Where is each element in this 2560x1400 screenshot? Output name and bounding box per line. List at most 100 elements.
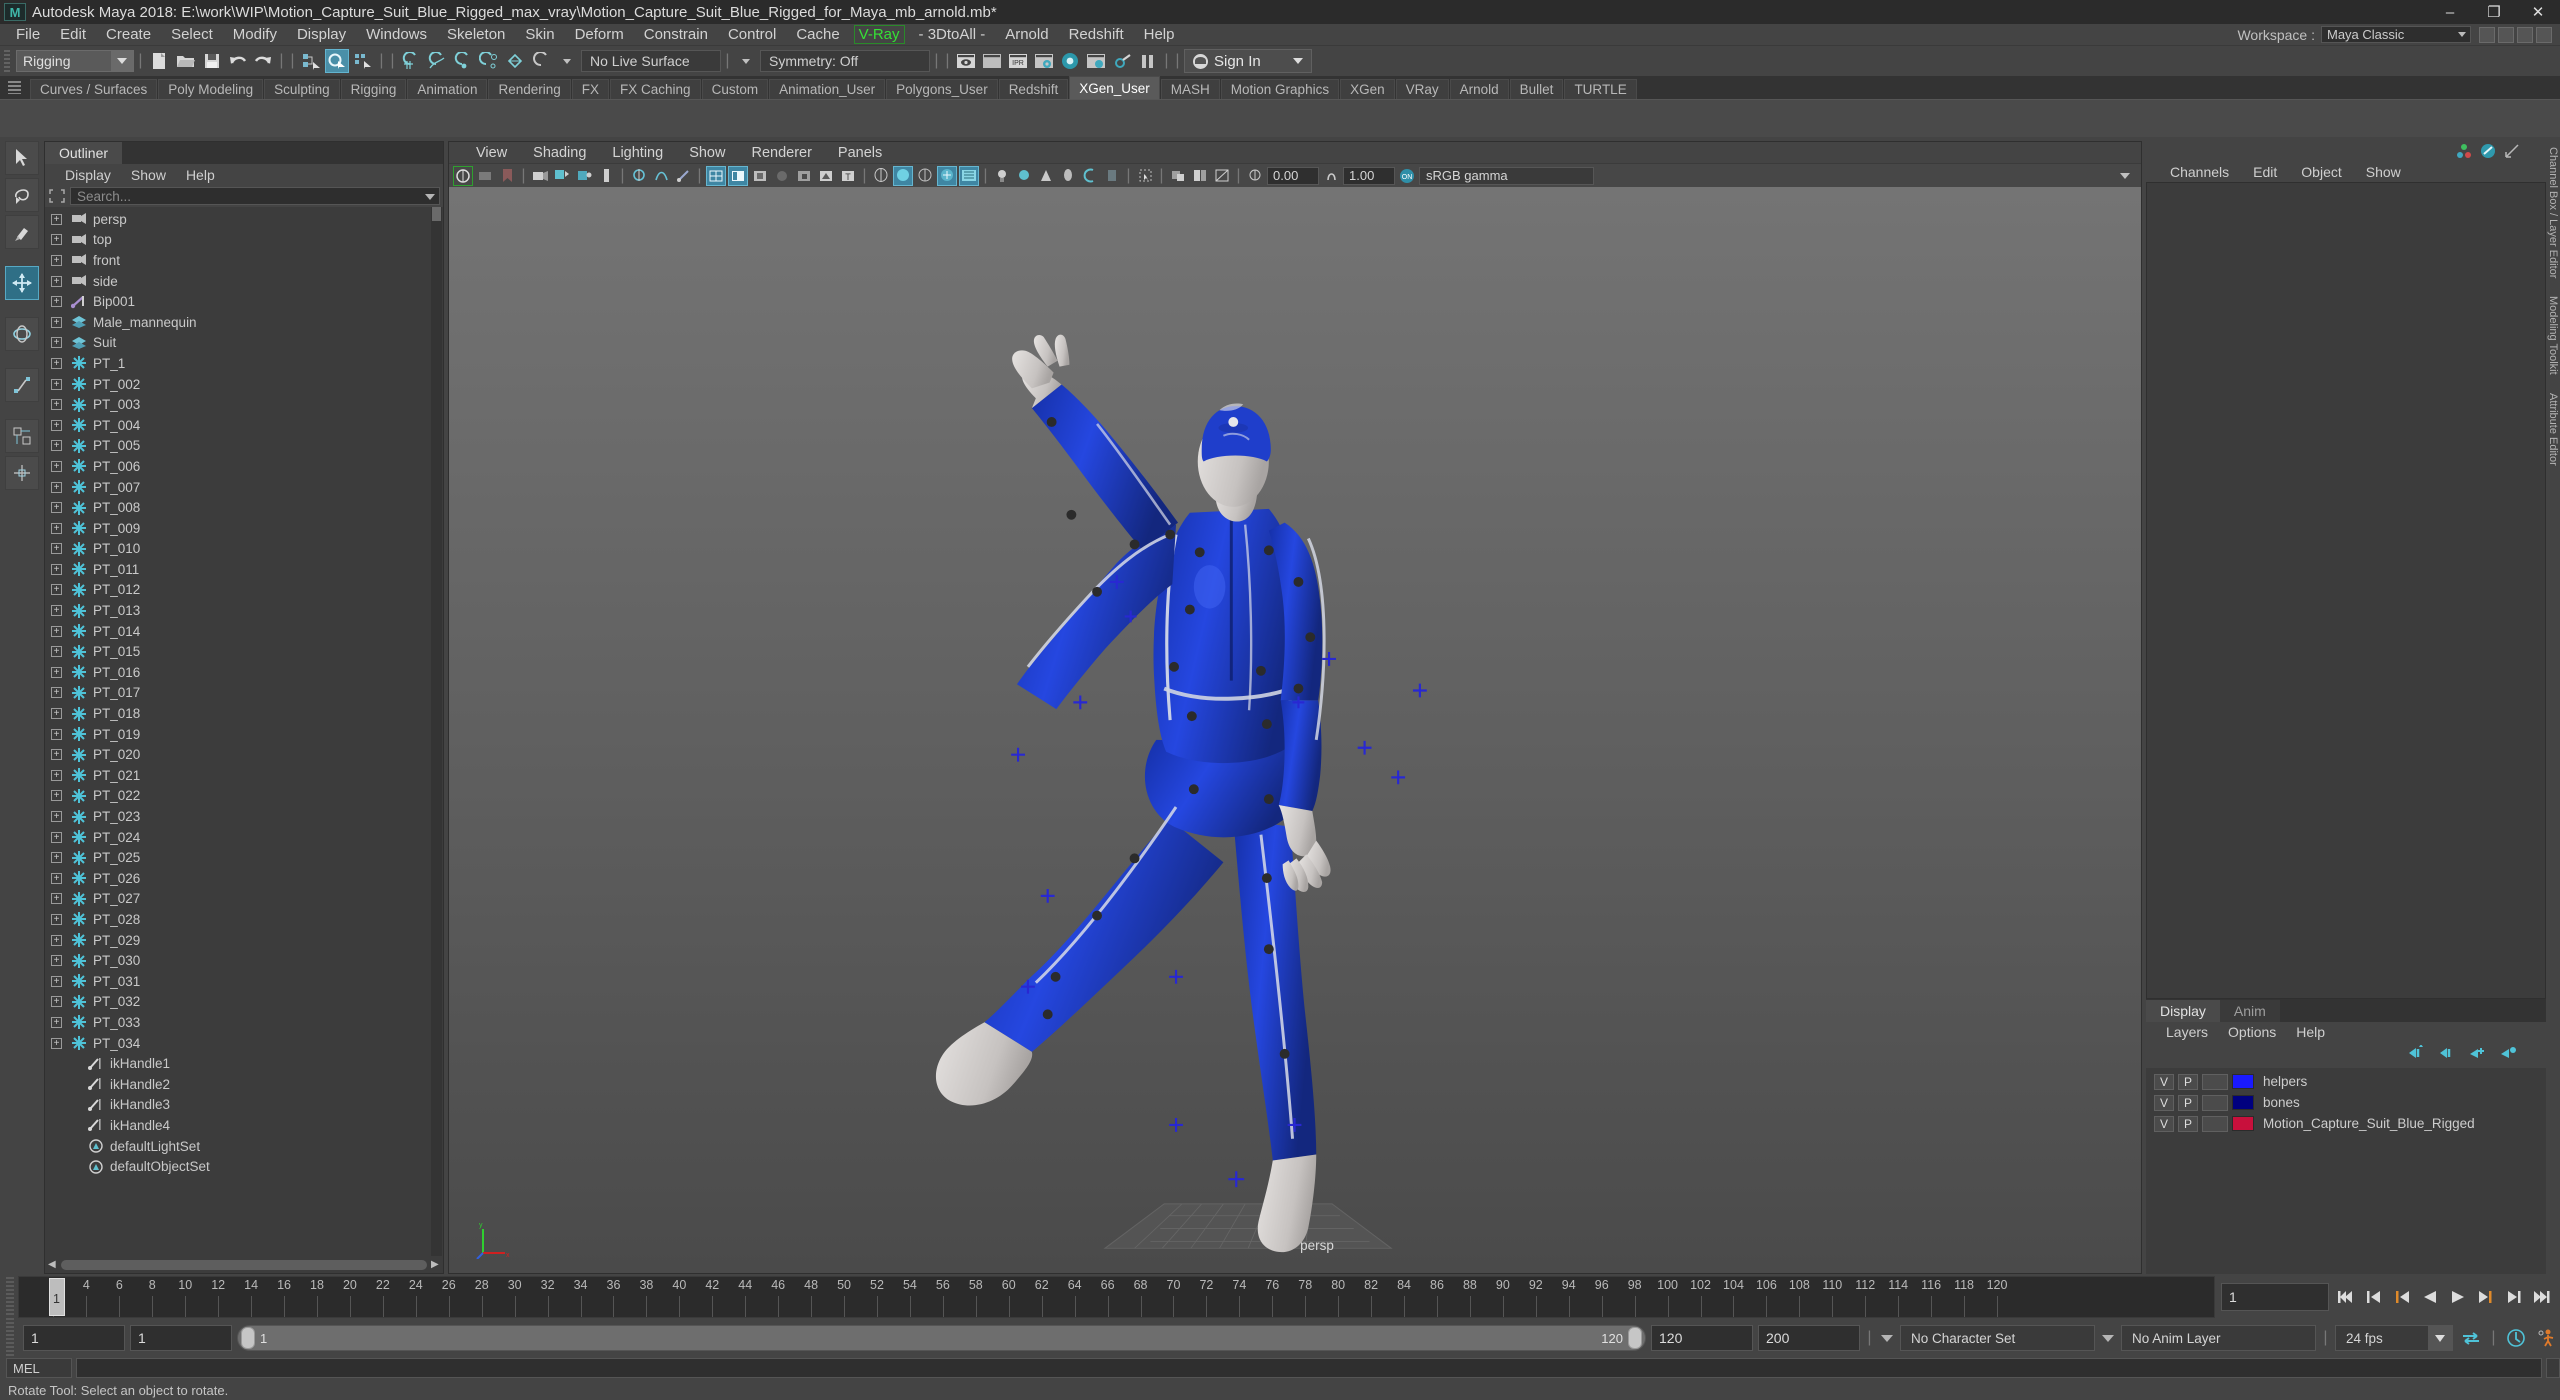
time-slider[interactable]: 2468101214161820222426283032343638404244… [18,1276,2215,1318]
menu-redshift[interactable]: Redshift [1059,24,1134,46]
smooth-shade-all-icon[interactable] [728,165,748,186]
current-frame-field[interactable]: 1 [2221,1283,2329,1311]
label-channel-box-layer-editor[interactable]: Channel Box / Layer Editor [2547,147,2559,278]
expand-icon[interactable]: + [51,790,62,802]
attribute-editor-icon[interactable] [2503,143,2520,160]
expand-icon[interactable]: + [51,234,62,246]
select-by-object-icon[interactable] [325,49,349,73]
menu-windows[interactable]: Windows [356,24,437,46]
modeling-toolkit-icon[interactable] [2479,143,2496,160]
shadows-icon[interactable] [794,166,814,186]
shelf-tab-mash[interactable]: MASH [1160,79,1220,99]
ao-icon[interactable] [816,166,836,186]
outliner-menu-display[interactable]: Display [55,167,121,183]
outliner-item-top[interactable]: + top [45,230,443,251]
minimize-button[interactable]: – [2428,0,2472,24]
workspace-reset-icon[interactable] [2517,26,2533,43]
previous-key-icon[interactable] [2389,1284,2414,1310]
bookmark-icon[interactable] [497,166,517,186]
shelf-tab-rigging[interactable]: Rigging [340,79,407,99]
expand-icon[interactable]: + [51,522,62,534]
shelf-tab-poly-modeling[interactable]: Poly Modeling [158,79,264,99]
light-icon[interactable] [992,166,1012,186]
expand-icon[interactable]: + [51,893,62,905]
search-input[interactable]: Search... [70,187,440,205]
layers-help-menu[interactable]: Help [2286,1024,2335,1040]
exposure-icon[interactable] [1245,166,1265,186]
anim-end-time-field[interactable]: 200 [1758,1325,1860,1351]
outliner-item-pt-020[interactable]: + PT_020 [45,744,443,765]
chevron-down-icon[interactable] [2428,1326,2452,1350]
step-forward-icon[interactable] [2501,1284,2526,1310]
outliner-item-pt-014[interactable]: + PT_014 [45,621,443,642]
scroll-left-icon[interactable]: ◀ [48,1260,57,1270]
layer-playback-toggle[interactable]: P [2178,1073,2198,1090]
character-set-field[interactable]: No Character Set [1900,1325,2095,1351]
outliner-item-side[interactable]: + side [45,271,443,292]
outliner-item-pt-033[interactable]: + PT_033 [45,1012,443,1033]
outliner-menu-help[interactable]: Help [176,167,225,183]
redo-render-icon[interactable] [980,49,1004,73]
menu-select[interactable]: Select [161,24,223,46]
gpu-cache-icon[interactable] [1102,166,1122,186]
move-layer-up-icon[interactable] [2406,1044,2425,1065]
new-layer-icon[interactable] [2468,1045,2487,1065]
channels-menu[interactable]: Channels [2158,164,2241,180]
shelf-tab-xgen-user[interactable]: XGen_User [1069,76,1160,99]
pause-render-icon[interactable] [1136,49,1160,73]
menu-skin[interactable]: Skin [515,24,564,46]
character-set-arrow-icon[interactable] [1879,1334,1895,1342]
xray-joints-icon[interactable] [673,166,693,186]
rotate-tool[interactable] [5,317,39,351]
layer-visibility-toggle[interactable]: V [2154,1073,2174,1090]
expand-icon[interactable]: + [51,749,62,761]
expand-icon[interactable]: + [51,419,62,431]
outliner-item-pt-016[interactable]: + PT_016 [45,662,443,683]
shelf-tab-vray[interactable]: VRay [1395,79,1449,99]
layer-list[interactable]: V Phelpers V Pbones V P Motion_Capture_Suit_Bl… [2146,1068,2546,1274]
layer-type-toggle[interactable] [2202,1115,2228,1132]
outliner-item-persp[interactable]: + persp [45,209,443,230]
outliner-item-pt-013[interactable]: + PT_013 [45,600,443,621]
render-view-icon[interactable] [1084,49,1108,73]
menu-control[interactable]: Control [718,24,786,46]
layer-row[interactable]: V Pbones [2146,1092,2546,1113]
shadow-lights-icon[interactable] [915,166,935,186]
menu-arnold[interactable]: Arnold [995,24,1058,46]
layer-color-swatch[interactable] [2232,1116,2254,1131]
live-surface-field[interactable]: No Live Surface [581,50,721,72]
outliner-item-pt-005[interactable]: + PT_005 [45,436,443,457]
shelf-tab-animation[interactable]: Animation [407,79,488,99]
anim-layer-field[interactable]: No Anim Layer [2121,1325,2316,1351]
channel-box-content[interactable] [2146,182,2546,999]
range-slider-left-handle[interactable] [241,1327,255,1349]
shelf-tab-bullet[interactable]: Bullet [1509,79,1564,99]
go-to-end-icon[interactable] [2529,1284,2554,1310]
outliner-item-pt-009[interactable]: + PT_009 [45,518,443,539]
gamma-icon[interactable] [1321,166,1341,186]
workspace-save-icon[interactable] [2479,26,2495,43]
symmetry-field[interactable]: Symmetry: Off [760,50,930,72]
anim-start-time-field[interactable]: 1 [23,1325,125,1351]
layer-visibility-toggle[interactable]: V [2154,1115,2174,1132]
layer-color-swatch[interactable] [2232,1074,2254,1089]
outliner-item-pt-028[interactable]: + PT_028 [45,909,443,930]
outliner-item-pt-012[interactable]: + PT_012 [45,580,443,601]
shelf-tab-motion-graphics[interactable]: Motion Graphics [1220,79,1340,99]
expand-icon[interactable]: + [51,666,62,678]
expand-icon[interactable]: + [51,934,62,946]
area-light-icon[interactable] [1058,166,1078,186]
outliner-item-ikhandle4[interactable]: ikHandle4 [45,1115,443,1136]
outliner-item-pt-026[interactable]: + PT_026 [45,868,443,889]
snap-to-point-icon[interactable] [451,49,475,73]
expand-icon[interactable]: + [51,502,62,514]
outliner-item-ikhandle1[interactable]: ikHandle1 [45,1053,443,1074]
new-layer-from-selected-icon[interactable] [2499,1045,2518,1065]
paint-select-tool[interactable] [5,215,39,249]
menu-modify[interactable]: Modify [223,24,287,46]
spot-light-icon[interactable] [1036,166,1056,186]
shelf-tab-xgen[interactable]: XGen [1340,79,1395,99]
lighting-default-icon[interactable] [871,166,891,186]
render-settings-icon[interactable] [1032,49,1056,73]
shelf-tab-animation-user[interactable]: Animation_User [769,79,886,99]
